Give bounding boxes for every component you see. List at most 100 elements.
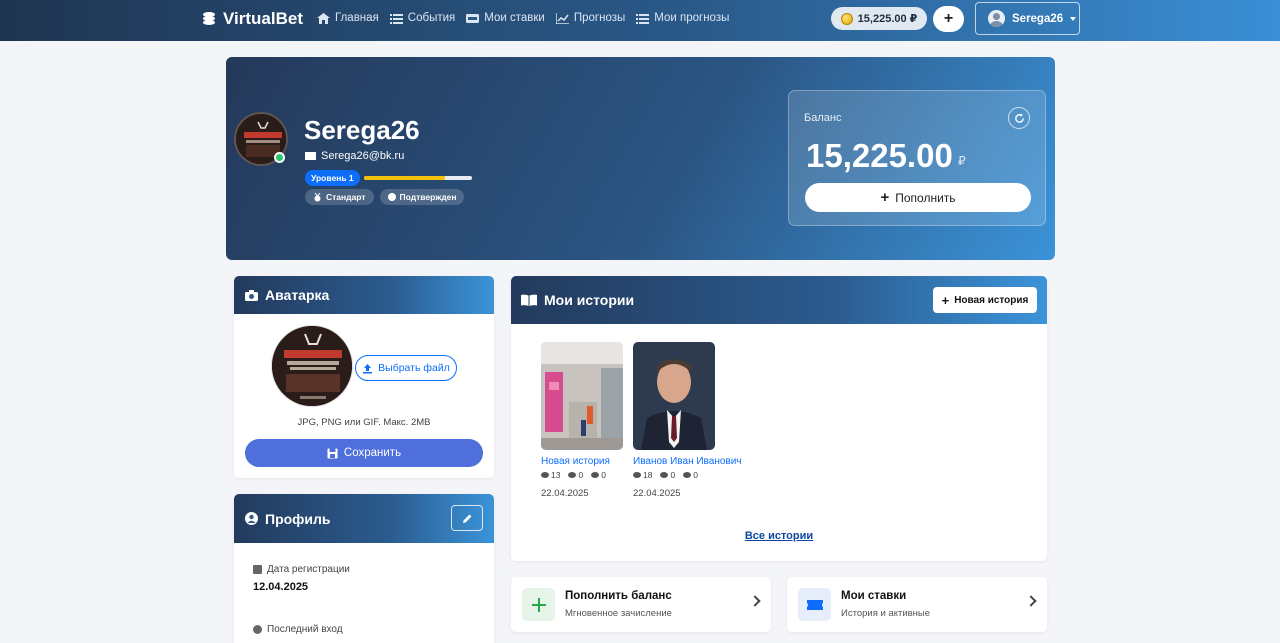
views-count: 13 [551,470,561,480]
story-thumbnail[interactable] [541,342,623,450]
check-circle-icon [387,193,396,201]
story-thumbnail[interactable] [633,342,715,450]
nav-forecasts[interactable]: Прогнозы [555,12,626,24]
level-progress [363,176,472,180]
brand-name: VirtualBet [223,9,303,28]
envelope-icon [305,152,316,160]
add-funds-button[interactable]: + [933,6,964,32]
eye-icon [633,472,641,478]
heart-icon [660,472,669,478]
balance-amount: 15,225.00 [806,137,953,174]
new-story-label: Новая история [954,294,1029,306]
profile-name: Serega26 [304,115,420,145]
calendar-icon [253,565,262,574]
caret-down-icon [1070,16,1077,21]
navbar: VirtualBet Главная События Мои ставки Пр… [0,0,1280,41]
topup-balance-title: Пополнить баланс [565,590,672,602]
topup-button[interactable]: + Пополнить [805,183,1031,212]
story-title[interactable]: Иванов Иван Иванович [633,456,743,467]
profile-card-title: Профиль [265,510,331,527]
my-bets-subtitle: История и активные [841,608,931,619]
profile-email: Serega26@bk.ru [305,150,404,162]
brand-logo[interactable]: VirtualBet [201,9,303,29]
eye-icon [541,472,549,478]
likes-stat: 0 [568,470,583,480]
save-avatar-button[interactable]: Сохранить [245,439,483,467]
topup-label: Пополнить [895,190,956,205]
last-login-label-text: Последний вход [267,624,343,635]
user-menu-button[interactable]: Serega26 [975,2,1080,35]
comments-stat: 0 [591,470,606,480]
nav-my-forecasts-label: Мои прогнозы [654,12,730,24]
avatar-preview [271,325,353,407]
navbar-balance-value: 15,225.00 ₽ [857,13,918,25]
balance-label: Баланс [804,112,842,124]
comment-icon [591,472,600,478]
list-icon [389,13,403,24]
plus-icon: + [941,292,950,308]
nav-links: Главная События Мои ставки Прогнозы Мои … [317,12,729,24]
nav-home[interactable]: Главная [317,12,379,24]
last-login-label: Последний вход [253,624,343,635]
camera-icon [245,289,258,301]
save-avatar-label: Сохранить [343,447,402,459]
choose-file-button[interactable]: Выбрать файл [355,355,457,381]
stories-card: Мои истории + Новая история Новая истори… [511,276,1047,561]
avatar-card-title: Аватарка [265,287,330,303]
balance-currency: ₽ [958,154,966,168]
story-date: 22.04.2025 [633,488,681,499]
avatar-preview-image [272,326,352,406]
nav-forecasts-label: Прогнозы [573,12,626,24]
avatar-card: Аватарка Выбрать файл JPG, PNG или GIF. … [234,276,494,478]
profile-hero: Serega26 Serega26@bk.ru Уровень 1 Станда… [226,57,1055,260]
my-bets-title: Мои ставки [841,590,907,602]
likes-count: 0 [578,470,584,480]
file-hint: JPG, PNG или GIF. Макс. 2MB [297,417,431,428]
navbar-balance[interactable]: 15,225.00 ₽ [831,7,927,30]
nav-my-bets[interactable]: Мои ставки [466,12,545,24]
plus-icon: + [880,189,890,206]
likes-stat: 0 [660,470,675,480]
chevron-right-icon [1025,595,1037,607]
balance-card: Баланс 15,225.00 ₽ + Пополнить [788,90,1046,226]
nav-my-bets-label: Мои ставки [484,12,545,24]
story-item[interactable]: Иванов Иван Иванович 18 0 0 22.04.2025 [633,342,743,499]
edit-profile-button[interactable] [451,505,483,531]
profile-card: Профиль Дата регистрации 12.04.2025 Посл… [234,494,494,643]
online-status-dot [274,152,285,163]
new-story-button[interactable]: + Новая история [933,287,1037,313]
level-row: Уровень 1 [305,170,472,186]
portrait-photo [633,342,715,450]
coin-icon [840,12,853,25]
likes-count: 0 [670,470,676,480]
story-stats: 18 0 0 [633,470,743,480]
store-photo [541,342,623,450]
refresh-balance-button[interactable] [1008,107,1030,129]
refresh-icon [1014,112,1024,123]
topup-balance-card[interactable]: Пополнить баланс Мгновенное зачисление [511,577,771,632]
username: Serega26 [1012,12,1064,25]
ticket-icon [798,588,831,621]
tag-standard: Стандарт [305,189,374,205]
nav-events[interactable]: События [389,12,456,24]
all-stories-link[interactable]: Все истории [511,530,1047,542]
comments-count: 0 [601,470,606,480]
views-count: 18 [643,470,653,480]
tag-standard-label: Стандарт [326,192,366,202]
comments-count: 0 [693,470,698,480]
stories-card-title: Мои истории [544,292,635,308]
floppy-icon [327,448,338,458]
nav-events-label: События [407,12,456,24]
comment-icon [683,472,692,478]
my-bets-card[interactable]: Мои ставки История и активные [787,577,1047,632]
avatar-card-header: Аватарка [234,276,494,314]
nav-my-forecasts[interactable]: Мои прогнозы [636,12,729,24]
ticket-icon [466,13,480,23]
book-open-icon [521,294,537,306]
level-progress-fill [363,176,445,180]
level-badge: Уровень 1 [305,170,360,186]
home-icon [317,12,330,24]
registration-date-label: Дата регистрации [253,564,350,575]
user-icon [988,10,1005,27]
clock-icon [253,625,262,634]
